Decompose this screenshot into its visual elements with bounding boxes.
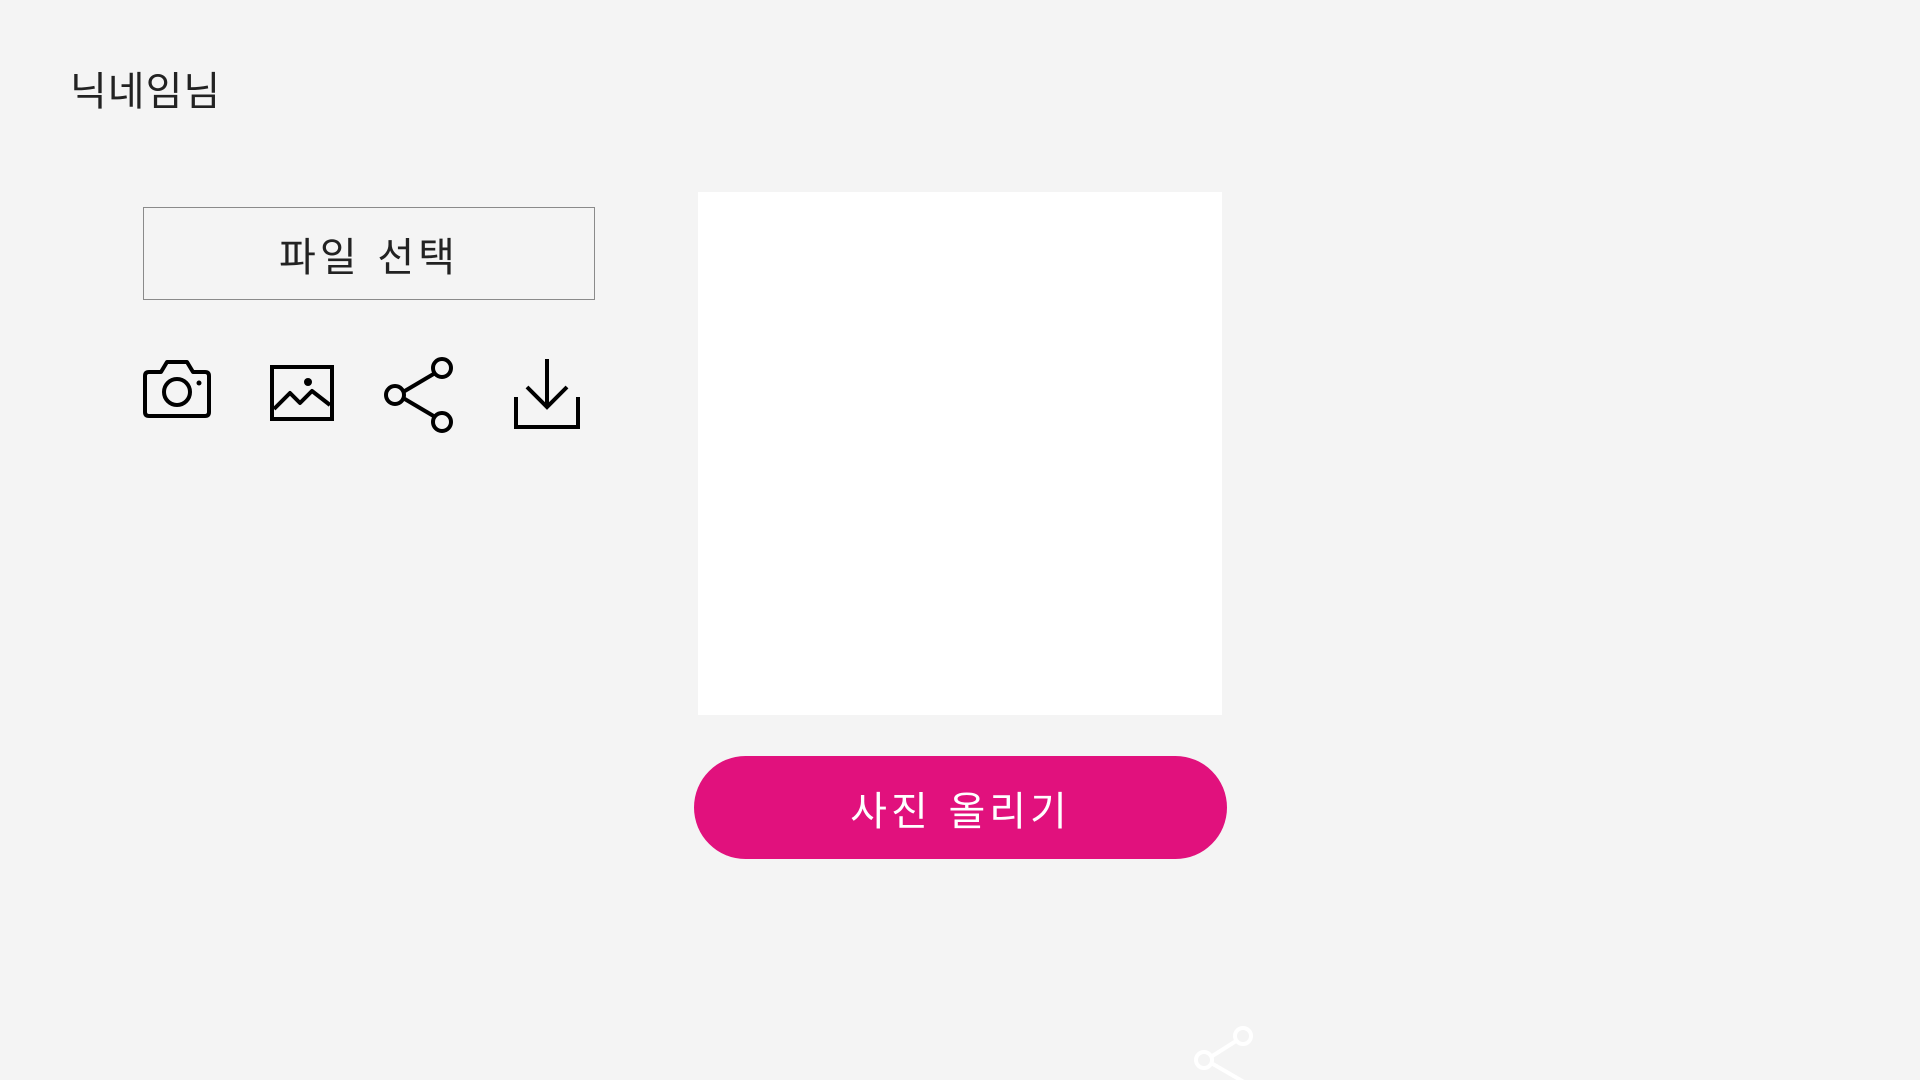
camera-button[interactable] (141, 356, 213, 420)
share-icon (1194, 1026, 1253, 1080)
page: 닉네임님 파일 선택 사진 올리기 (0, 0, 1920, 1080)
image-icon (270, 365, 334, 421)
upload-photo-button[interactable]: 사진 올리기 (694, 756, 1227, 859)
photo-preview (698, 192, 1222, 715)
camera-icon (143, 360, 211, 418)
share-button[interactable] (382, 356, 456, 434)
file-select-button[interactable]: 파일 선택 (143, 207, 595, 300)
user-nickname: 닉네임님 (70, 69, 222, 115)
download-button[interactable] (512, 357, 582, 431)
gallery-button[interactable] (270, 365, 334, 421)
ghost-share-button[interactable] (1192, 1024, 1256, 1080)
share-icon (384, 357, 453, 433)
download-icon (514, 359, 580, 429)
